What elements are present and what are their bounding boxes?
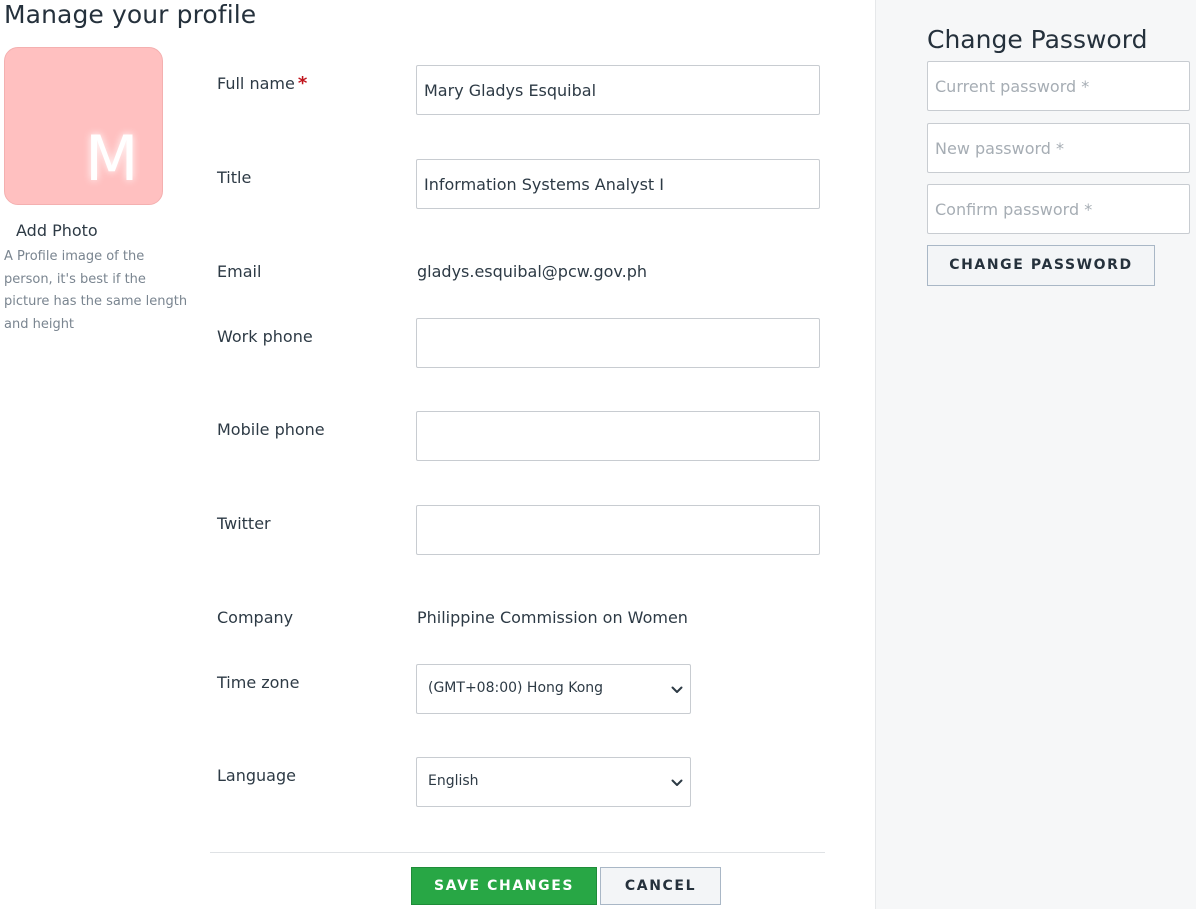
mobile-phone-label: Mobile phone xyxy=(217,420,325,439)
page-title: Manage your profile xyxy=(4,0,257,29)
new-password-placeholder: New password * xyxy=(935,139,1065,158)
save-changes-button[interactable]: SAVE CHANGES xyxy=(411,867,597,905)
current-password-placeholder: Current password * xyxy=(935,77,1090,96)
twitter-input[interactable] xyxy=(416,505,820,555)
chevron-down-icon xyxy=(671,779,683,786)
full-name-label: Full name * xyxy=(217,73,307,94)
form-divider xyxy=(210,852,825,853)
time-zone-selected-value: (GMT+08:00) Hong Kong xyxy=(428,680,604,696)
company-label: Company xyxy=(217,608,294,627)
confirm-password-placeholder: Confirm password * xyxy=(935,200,1093,219)
title-label: Title xyxy=(217,168,252,187)
new-password-input[interactable]: New password * xyxy=(927,123,1190,173)
company-value: Philippine Commission on Women xyxy=(417,608,688,627)
language-select[interactable]: English xyxy=(416,757,691,807)
email-label: Email xyxy=(217,262,262,281)
full-name-input[interactable] xyxy=(416,65,820,115)
email-value: gladys.esquibal@pcw.gov.ph xyxy=(417,262,647,281)
full-name-label-text: Full name xyxy=(217,74,295,93)
time-zone-select[interactable]: (GMT+08:00) Hong Kong xyxy=(416,664,691,714)
confirm-password-input[interactable]: Confirm password * xyxy=(927,184,1190,234)
current-password-input[interactable]: Current password * xyxy=(927,61,1190,111)
change-password-panel: Change Password Current password * New p… xyxy=(875,0,1196,909)
add-photo-link[interactable]: Add Photo xyxy=(16,221,98,240)
change-password-title: Change Password xyxy=(927,25,1148,54)
time-zone-label: Time zone xyxy=(217,673,300,692)
title-input[interactable] xyxy=(416,159,820,209)
avatar-initial: M xyxy=(85,122,139,195)
chevron-down-icon xyxy=(671,686,683,693)
photo-help-text: A Profile image of the person, it's best… xyxy=(4,249,188,332)
twitter-label: Twitter xyxy=(217,514,271,533)
cancel-button[interactable]: CANCEL xyxy=(600,867,721,905)
mobile-phone-input[interactable] xyxy=(416,411,820,461)
work-phone-label: Work phone xyxy=(217,327,313,346)
work-phone-input[interactable] xyxy=(416,318,820,368)
required-marker: * xyxy=(297,73,308,94)
avatar[interactable]: M xyxy=(4,47,163,205)
language-label: Language xyxy=(217,766,296,785)
change-password-button[interactable]: CHANGE PASSWORD xyxy=(927,245,1155,286)
language-selected-value: English xyxy=(428,773,479,789)
